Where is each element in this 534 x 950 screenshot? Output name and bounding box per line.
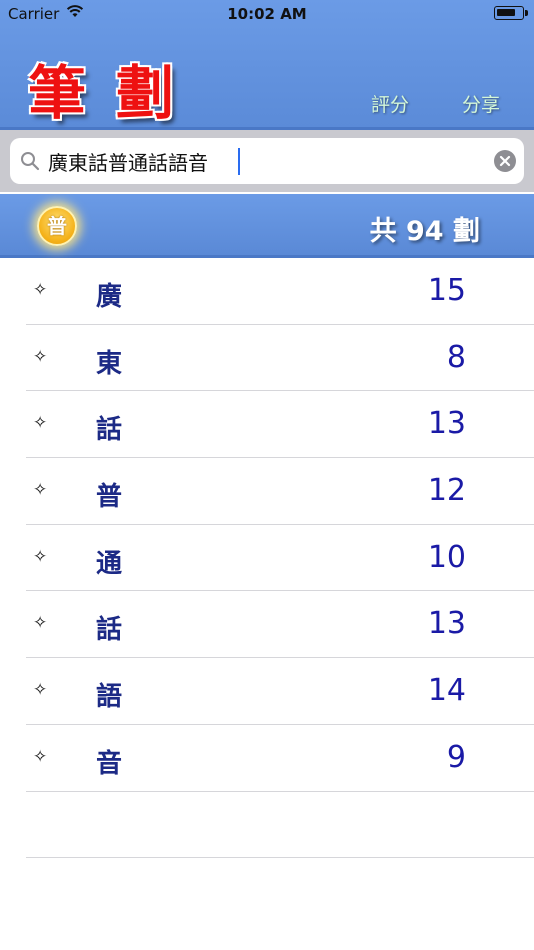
- stroke-count: 8: [446, 339, 466, 375]
- app-title: 筆劃: [28, 59, 205, 127]
- stroke-count: 9: [446, 739, 466, 775]
- stroke-count: 13: [427, 406, 466, 442]
- list-item[interactable]: ✧ 東 8: [0, 325, 534, 392]
- search-bar: [0, 130, 534, 192]
- sparkle-icon: ✧: [33, 346, 48, 367]
- character-label: 話: [96, 415, 123, 446]
- character-label: 音: [96, 748, 123, 779]
- character-label: 通: [96, 548, 123, 579]
- app-header: Carrier 10:02 AM 筆劃 評分 分享: [0, 0, 534, 130]
- search-field-container[interactable]: [10, 138, 524, 184]
- battery-icon: [494, 6, 524, 20]
- character-label: 廣: [96, 282, 123, 312]
- stroke-summary-bar: 普 共 94 劃: [0, 194, 534, 258]
- list-item[interactable]: ✧ 話 13: [0, 591, 534, 659]
- stroke-count: 12: [427, 473, 466, 509]
- sparkle-icon: ✧: [33, 480, 48, 501]
- rate-button[interactable]: 評分: [371, 90, 409, 117]
- sparkle-icon: ✧: [33, 613, 48, 634]
- search-icon: [20, 151, 40, 171]
- stroke-count: 14: [427, 673, 466, 709]
- character-label: 普: [96, 482, 123, 513]
- sparkle-icon: ✧: [33, 280, 48, 300]
- stroke-count: 10: [427, 539, 466, 575]
- status-bar: Carrier 10:02 AM: [0, 0, 534, 28]
- list-item[interactable]: ✧ 音 9: [0, 725, 534, 792]
- search-input[interactable]: [48, 145, 478, 177]
- battery-tip: [525, 10, 528, 16]
- status-time: 10:02 AM: [227, 5, 307, 23]
- sparkle-icon: ✧: [33, 546, 48, 567]
- mandarin-mode-badge[interactable]: 普: [37, 206, 77, 246]
- character-label: 語: [96, 682, 123, 713]
- list-item[interactable]: ✧ 語 14: [0, 658, 534, 725]
- stroke-count: 13: [427, 606, 466, 642]
- sparkle-icon: ✧: [33, 680, 48, 701]
- list-item[interactable]: ✧ 話 13: [0, 391, 534, 459]
- clear-icon[interactable]: [494, 150, 516, 172]
- share-button[interactable]: 分享: [462, 90, 500, 117]
- character-label: 東: [96, 348, 123, 379]
- sparkle-icon: ✧: [33, 746, 48, 767]
- row-divider: [26, 857, 534, 859]
- empty-list-row: [0, 792, 534, 859]
- list-item[interactable]: ✧ 普 12: [0, 458, 534, 525]
- text-cursor: [238, 148, 240, 175]
- character-list: ✧ 廣 15 ✧ 東 8 ✧ 話 13 ✧ 普 12 ✧ 通 10 ✧ 話 13…: [0, 258, 534, 859]
- stroke-count: 15: [427, 273, 466, 308]
- list-item[interactable]: ✧ 通 10: [0, 525, 534, 592]
- character-label: 話: [96, 615, 123, 646]
- sparkle-icon: ✧: [33, 413, 48, 434]
- stroke-total-label: 共 94 劃: [369, 216, 480, 247]
- list-item[interactable]: ✧ 廣 15: [0, 258, 534, 325]
